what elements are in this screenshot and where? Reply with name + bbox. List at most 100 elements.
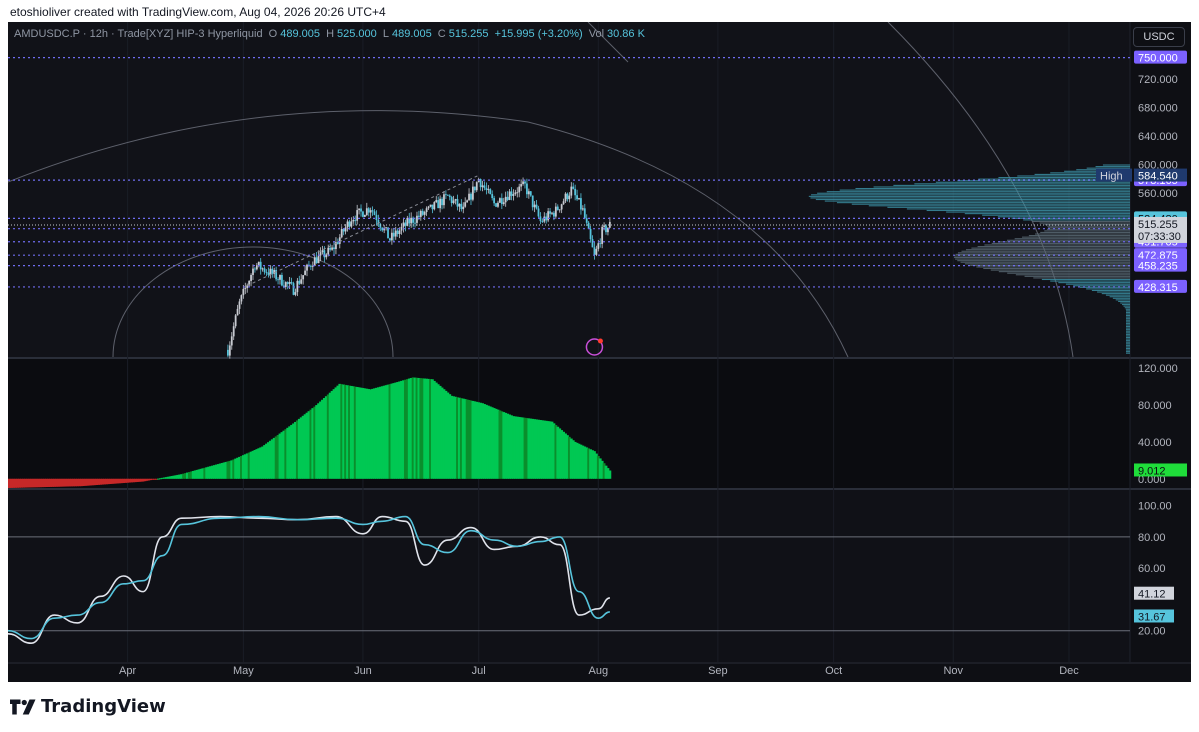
volume-profile-bar	[1086, 167, 1130, 169]
time-axis-tick: Oct	[825, 665, 842, 677]
candle-body	[315, 257, 318, 264]
volume-profile-bar	[1126, 313, 1130, 315]
candle-body	[520, 184, 523, 187]
tradingview-logo[interactable]: TradingView	[10, 696, 166, 717]
volume-profile-bar	[1028, 235, 1130, 237]
volume-profile-bar	[1126, 352, 1130, 354]
candle-body	[435, 200, 438, 203]
volume-profile-bar	[1126, 343, 1130, 345]
candle-body	[483, 185, 486, 189]
volume-profile-bar	[1126, 349, 1130, 351]
candle-body	[257, 261, 260, 266]
oscillator-axis-tick: 80.000	[1138, 400, 1172, 412]
candle-body	[429, 204, 432, 207]
volume-profile-bar	[1032, 220, 1130, 223]
volume-profile-bar	[1126, 316, 1130, 318]
candle-body	[255, 265, 258, 270]
price-axis-tick: 720.000	[1138, 74, 1178, 86]
candle-body	[441, 198, 443, 206]
volume-profile-bar	[1040, 231, 1130, 233]
candle-body	[560, 204, 563, 210]
candle-body	[389, 238, 391, 241]
candle-body	[572, 186, 575, 189]
candle-body	[568, 195, 571, 200]
volume-profile-bar	[839, 189, 1130, 191]
candle-body	[336, 242, 339, 244]
volume-profile-bar	[1105, 294, 1130, 296]
volume-profile-bar	[964, 213, 1130, 215]
candle-body	[470, 193, 472, 200]
chart-frame[interactable]: Apr May Jun Jul Aug Sep Oct Nov Dec 720.000 680.00…	[8, 22, 1191, 682]
candle-body	[485, 188, 488, 190]
price-pane	[8, 22, 1130, 357]
candle-body	[506, 196, 509, 200]
candle-body	[456, 199, 459, 207]
candle-body	[603, 225, 605, 227]
volume-profile-bar	[965, 249, 1130, 251]
last-price: 515.255	[1138, 219, 1178, 231]
volume-profile-bar	[977, 246, 1130, 248]
volume-profile-bar	[1126, 335, 1130, 337]
volume-profile-bar	[851, 203, 1130, 205]
candle-body	[321, 250, 324, 253]
candle-body	[468, 193, 470, 201]
candle-body	[352, 219, 355, 222]
candle-body	[369, 210, 372, 213]
volume-profile-bar	[1115, 299, 1130, 301]
volume-profile-bar	[1126, 322, 1130, 324]
volume-profile-bar	[1097, 291, 1130, 293]
candle-body	[279, 275, 281, 280]
chart-canvas[interactable]: Apr May Jun Jul Aug Sep Oct Nov Dec 720.000 680.00…	[8, 22, 1191, 682]
time-axis-tick: Dec	[1059, 665, 1079, 677]
candle-body	[358, 208, 360, 211]
volume-profile-bar	[893, 184, 1130, 186]
candle-body	[267, 272, 270, 275]
volume-profile-bar	[1044, 230, 1130, 232]
candle-body	[576, 195, 578, 200]
candle-body	[585, 218, 588, 223]
candle-body	[232, 326, 235, 337]
low-label: L	[382, 28, 389, 40]
volume-profile-bar	[1126, 344, 1130, 346]
candle-body	[489, 189, 492, 195]
candle-body	[381, 227, 384, 231]
candle-body	[460, 203, 463, 210]
volume-profile-bar	[810, 197, 1130, 199]
candle-body	[240, 295, 243, 302]
candle-body	[556, 206, 559, 210]
candle-body	[437, 200, 440, 209]
candle-body	[605, 225, 607, 233]
candle-body	[526, 183, 528, 195]
chart-caption: etoshioliver created with TradingView.co…	[10, 5, 386, 19]
candle-body	[599, 243, 602, 245]
volume-profile-bar	[1126, 319, 1130, 321]
candle-body	[360, 208, 362, 212]
candle-body	[487, 189, 490, 190]
candle-body	[227, 349, 229, 356]
close-value: 515.255	[448, 28, 489, 40]
candle-body	[529, 191, 532, 196]
candle-body	[419, 210, 422, 217]
volume-profile-bar	[1014, 238, 1130, 240]
candle-body	[323, 250, 326, 258]
candle-body	[375, 214, 378, 221]
volume-profile-bar	[914, 183, 1130, 185]
candle-body	[431, 204, 434, 210]
volume-profile-bar	[1126, 341, 1130, 343]
volume-profile-bar	[1120, 302, 1130, 304]
candle-body	[333, 247, 335, 250]
volume-profile-bar	[1126, 347, 1130, 350]
volume-value: 30.86 K	[607, 28, 645, 40]
volume-profile-bar	[1126, 346, 1130, 348]
candle-body	[531, 195, 534, 208]
candle-body	[497, 202, 499, 207]
oscillator-bar	[608, 470, 612, 479]
volume-profile-bar	[808, 195, 1130, 197]
candle-body	[410, 217, 413, 224]
candle-body	[273, 270, 276, 274]
candle-body	[396, 230, 399, 234]
currency-button[interactable]: USDC	[1133, 27, 1185, 47]
candle-body	[371, 210, 374, 212]
volume-profile-bar	[926, 209, 1130, 212]
candle-body	[454, 199, 457, 201]
